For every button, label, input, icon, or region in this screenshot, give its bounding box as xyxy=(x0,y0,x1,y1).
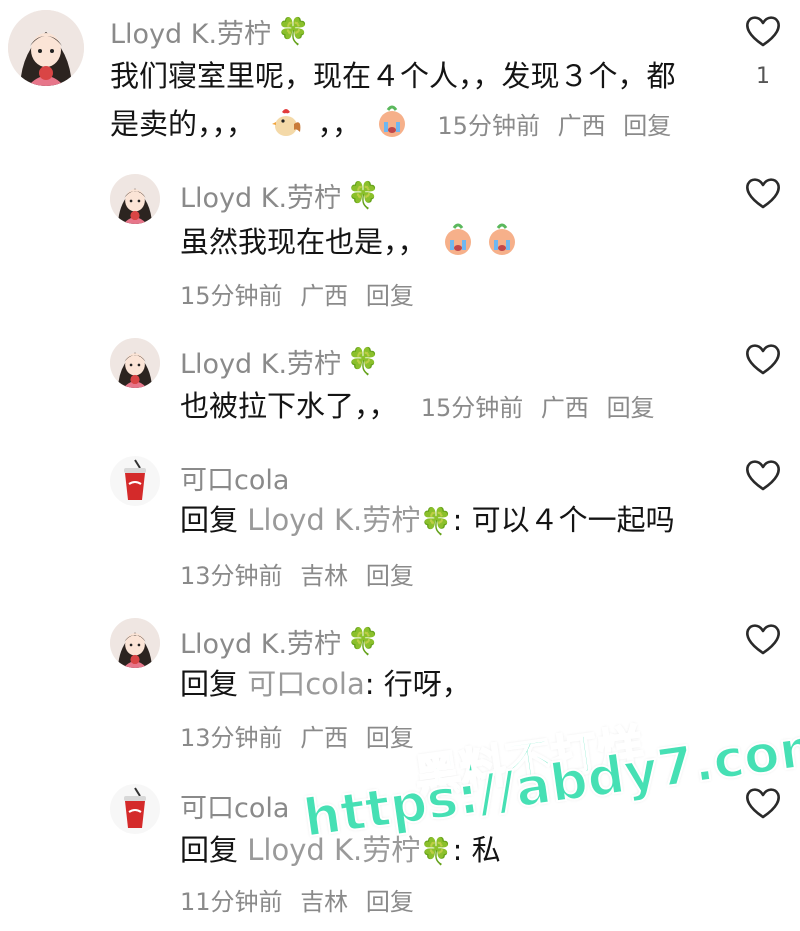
location: 广西 xyxy=(557,112,606,140)
username[interactable]: Lloyd K.劳柠 xyxy=(180,622,341,661)
like-button[interactable] xyxy=(744,342,782,376)
heart-icon xyxy=(746,178,780,209)
crying-emoji-icon xyxy=(488,223,515,255)
avatar-girl-icon xyxy=(8,10,84,86)
like-button[interactable] xyxy=(744,458,782,492)
rooster-emoji-icon xyxy=(272,109,301,136)
reply-button[interactable]: 回复 xyxy=(366,724,414,752)
location: 广西 xyxy=(300,724,349,752)
avatar-girl-icon xyxy=(110,338,160,388)
username[interactable]: Lloyd K.劳柠 xyxy=(180,342,341,381)
crying-emoji-icon xyxy=(444,223,471,255)
avatar-girl[interactable] xyxy=(110,338,160,388)
timestamp: 15分钟前 xyxy=(180,282,283,310)
comment-text: 虽然我现在也是，， xyxy=(180,225,427,259)
heart-icon xyxy=(746,16,780,47)
reply-button[interactable]: 回复 xyxy=(366,562,414,590)
comment-text: : 私 xyxy=(452,833,501,867)
reply-prefix: 回复 xyxy=(180,833,239,867)
reply-button[interactable]: 回复 xyxy=(607,394,655,422)
cola-cup-icon xyxy=(110,784,160,834)
clover-icon: 🍀 xyxy=(347,180,380,211)
location: 广西 xyxy=(540,394,589,422)
location: 吉林 xyxy=(300,562,349,590)
clover-icon: 🍀 xyxy=(420,507,453,537)
comment-text: 我们寝室里呢，现在４个人，，发现３个，都 xyxy=(110,59,676,93)
reply-button[interactable]: 回复 xyxy=(366,282,414,310)
clover-icon: 🍀 xyxy=(420,837,453,867)
comment-text-cont2: ，， xyxy=(317,107,361,141)
comment-text: 也被拉下水了，， xyxy=(180,389,398,423)
username[interactable]: 可口cola xyxy=(180,786,289,825)
reply-prefix: 回复 xyxy=(180,667,239,701)
timestamp: 15分钟前 xyxy=(420,394,524,422)
comment-text: : 行呀， xyxy=(364,667,471,701)
location: 吉林 xyxy=(300,888,349,916)
reply-button[interactable]: 回复 xyxy=(623,112,671,140)
reply-to-username[interactable]: 可口cola xyxy=(247,667,365,701)
heart-icon xyxy=(746,344,780,375)
comment-text-cont: 是卖的，，， xyxy=(110,107,256,141)
reply-to-username[interactable]: Lloyd K.劳柠 xyxy=(247,503,420,537)
comment-1: Lloyd K.劳柠 🍀 我们寝室里呢，现在４个人，，发现３个，都 是卖的，，，… xyxy=(0,0,800,150)
comment-2: Lloyd K.劳柠 🍀 虽然我现在也是，， 15分钟前 广西 回复 xyxy=(0,168,800,318)
clover-icon: 🍀 xyxy=(347,626,380,657)
timestamp: 15分钟前 xyxy=(437,112,540,140)
avatar-cola[interactable] xyxy=(110,784,160,834)
heart-icon xyxy=(746,460,780,491)
avatar-girl-icon xyxy=(110,174,160,224)
avatar-girl[interactable] xyxy=(110,174,160,224)
avatar-girl-icon xyxy=(110,618,160,668)
username[interactable]: Lloyd K.劳柠 xyxy=(110,12,271,51)
like-button[interactable] xyxy=(744,176,782,210)
timestamp: 13分钟前 xyxy=(180,562,283,590)
crying-emoji-icon xyxy=(379,105,406,137)
like-count: 1 xyxy=(756,64,770,89)
avatar-cola[interactable] xyxy=(110,456,160,506)
avatar-girl[interactable] xyxy=(110,618,160,668)
clover-icon: 🍀 xyxy=(277,16,310,47)
username[interactable]: Lloyd K.劳柠 xyxy=(180,176,341,215)
comment-4: 可口cola 回复 Lloyd K.劳柠🍀: 可以４个一起吗 13分钟前 吉林 … xyxy=(0,452,800,602)
heart-icon xyxy=(746,624,780,655)
reply-button[interactable]: 回复 xyxy=(366,888,414,916)
like-button[interactable] xyxy=(744,622,782,656)
reply-prefix: 回复 xyxy=(180,503,239,537)
comment-text: : 可以４个一起吗 xyxy=(452,503,675,537)
like-button[interactable] xyxy=(744,786,782,820)
timestamp: 13分钟前 xyxy=(180,724,283,752)
location: 广西 xyxy=(300,282,349,310)
heart-icon xyxy=(746,788,780,819)
timestamp: 11分钟前 xyxy=(180,888,283,916)
username[interactable]: 可口cola xyxy=(180,458,289,497)
like-button[interactable] xyxy=(744,14,782,48)
avatar-girl[interactable] xyxy=(8,10,84,86)
comment-3: Lloyd K.劳柠 🍀 也被拉下水了，， 15分钟前 广西 回复 xyxy=(0,334,800,434)
clover-icon: 🍀 xyxy=(347,346,380,377)
cola-cup-icon xyxy=(110,456,160,506)
